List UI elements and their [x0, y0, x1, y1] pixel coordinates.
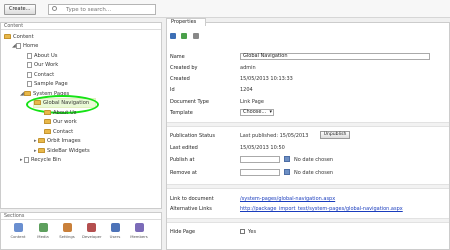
search-input[interactable]: [49, 5, 155, 14]
tree-item-orbit-images[interactable]: ▸ Orbit Images: [34, 137, 81, 145]
content-panel-title: Content: [1, 23, 161, 30]
section-settings[interactable]: Settings: [58, 223, 76, 239]
page-icon: [27, 52, 32, 59]
content-panel: Content: [0, 22, 162, 209]
save-icon[interactable]: [170, 33, 176, 39]
settings-section-icon: [62, 223, 72, 232]
developer-section-icon: [86, 223, 96, 232]
folder-icon: [24, 91, 31, 96]
preview-icon[interactable]: [193, 33, 199, 39]
members-section-icon: [134, 223, 144, 232]
document-type-value: Link Page: [240, 99, 264, 105]
section-divider: [167, 218, 449, 223]
users-section-icon: [110, 223, 120, 232]
sections-panel: Sections Content Media Settings Develope…: [0, 212, 162, 250]
last-edited-label: Last edited: [170, 145, 198, 151]
id-value: 1204: [240, 87, 253, 93]
search-icon: [52, 6, 57, 11]
alternative-link[interactable]: http://package_import_test/system-pages/…: [240, 206, 403, 212]
tree-item-contact-nav[interactable]: Contact: [44, 128, 73, 136]
id-label: Id: [170, 87, 175, 93]
folder-icon: [38, 148, 45, 153]
link-to-document[interactable]: /system-pages/global-navigation.aspx: [240, 196, 335, 202]
save-publish-icon[interactable]: [181, 33, 187, 39]
folder-icon: [44, 119, 51, 124]
tree-item-sidebar-widgets[interactable]: ▸ SideBar Widgets: [34, 147, 90, 155]
create-button[interactable]: Create...: [4, 4, 36, 15]
folder-icon: [38, 138, 45, 143]
tree-item-home[interactable]: ◢ Home: [12, 42, 38, 50]
page-icon: [27, 80, 32, 87]
page-icon: [27, 71, 32, 78]
section-users[interactable]: Users: [106, 223, 124, 239]
publish-at-label: Publish at: [170, 157, 195, 163]
document-type-label: Document Type: [170, 99, 209, 105]
folder-icon: [44, 129, 51, 134]
created-label: Created: [170, 76, 190, 82]
publication-status-value: Last published: 15/05/2013: [240, 133, 309, 139]
remove-at-label: Remove at: [170, 170, 197, 176]
created-value: 15/05/2013 10:13:33: [240, 76, 293, 82]
hide-page-label: Hide Page: [170, 229, 196, 235]
recycle-bin-icon: [24, 156, 29, 163]
created-by-value: admin: [240, 65, 256, 71]
tree-item-contact[interactable]: Contact: [27, 71, 54, 79]
calendar-icon[interactable]: [284, 156, 290, 162]
section-developer[interactable]: Developer: [82, 223, 102, 239]
sections-panel-title: Sections: [1, 213, 161, 220]
section-members[interactable]: Members: [130, 223, 148, 239]
template-select[interactable]: Choose... ▾: [240, 109, 274, 116]
template-label: Template: [170, 110, 193, 116]
calendar-icon[interactable]: [284, 169, 290, 175]
tree-item-our-work[interactable]: Our Work: [27, 61, 58, 69]
tree-item-sample-page[interactable]: Sample Page: [27, 80, 68, 88]
section-divider: [167, 184, 449, 189]
link-to-document-label: Link to document: [170, 196, 214, 202]
content-section-icon: [13, 223, 23, 232]
remove-at-input[interactable]: [240, 169, 280, 176]
remove-at-value: No date chosen: [294, 170, 334, 176]
search-field[interactable]: [48, 4, 156, 15]
tree-item-recycle-bin[interactable]: ▸ Recycle Bin: [20, 156, 61, 164]
tree-item-content[interactable]: Content: [4, 33, 34, 41]
tree-item-about-us-nav[interactable]: About Us: [44, 109, 77, 117]
section-media[interactable]: Media: [34, 223, 52, 239]
page-icon: [16, 42, 21, 49]
media-section-icon: [38, 223, 48, 232]
last-edited-value: 15/05/2013 10:50: [240, 145, 285, 151]
section-divider: [167, 122, 449, 127]
publish-at-value: No date chosen: [294, 157, 334, 163]
tree-item-our-work-nav[interactable]: Our work: [44, 118, 77, 126]
section-content[interactable]: Content: [9, 223, 27, 239]
name-label: Name: [170, 54, 185, 60]
folder-icon: [4, 34, 11, 39]
folder-icon: [44, 110, 51, 115]
tree-item-about-us[interactable]: About Us: [27, 52, 58, 60]
chevron-down-icon: ▾: [269, 109, 272, 115]
publish-at-input[interactable]: [240, 156, 280, 163]
page-icon: [27, 61, 32, 68]
tab-properties[interactable]: Properties: [166, 18, 206, 26]
alternative-links-label: Alternative Links: [170, 206, 212, 212]
unpublish-button[interactable]: Unpublish: [320, 131, 350, 139]
created-by-label: Created by: [170, 65, 198, 71]
hide-page-yes-label: Yes: [248, 229, 257, 235]
publication-status-label: Publication Status: [170, 133, 215, 139]
name-input[interactable]: Global Navigation: [240, 53, 430, 60]
hide-page-checkbox[interactable]: [240, 229, 245, 234]
